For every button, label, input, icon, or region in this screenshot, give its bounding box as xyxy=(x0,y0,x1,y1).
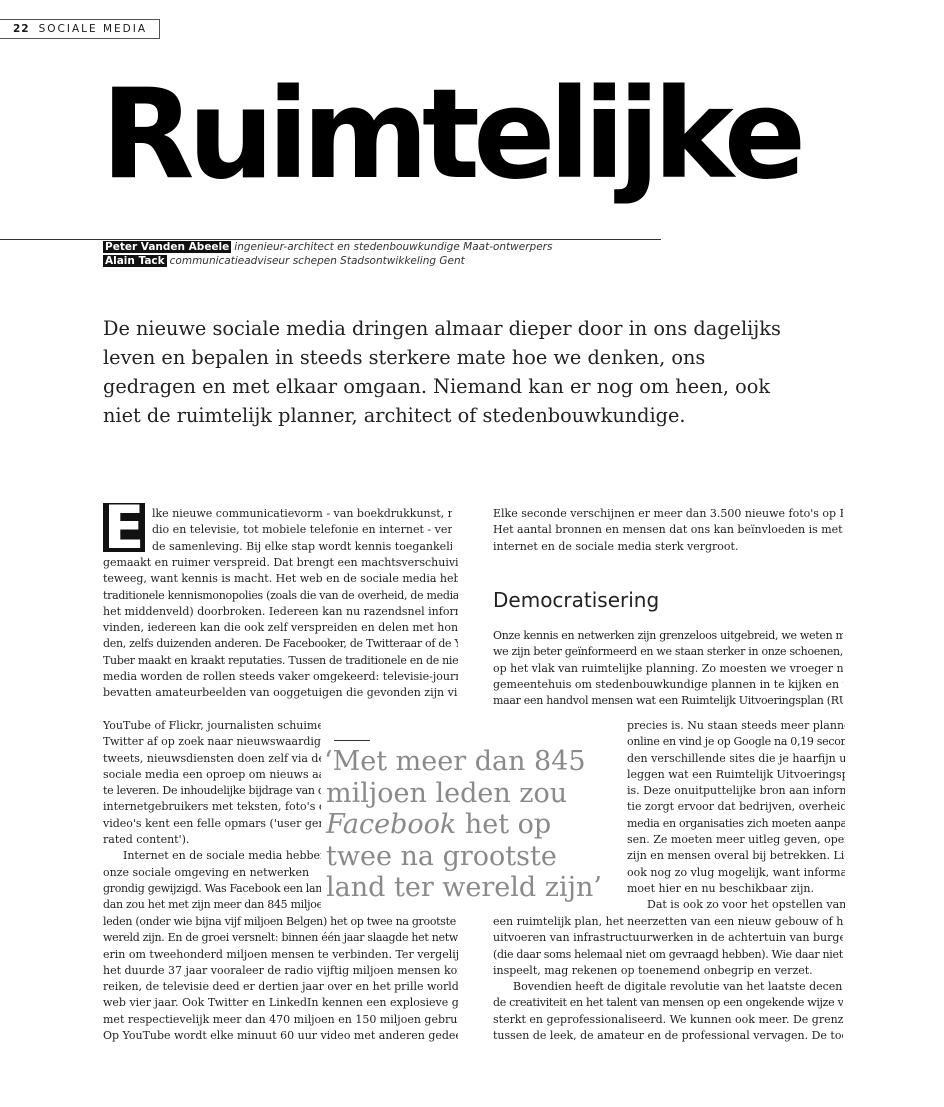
quote-rest: het op xyxy=(456,809,552,840)
text-line: sterkt en geprofessionaliseerd. We kunne… xyxy=(493,1012,843,1026)
right-column-body: Onze kennis en netwerken zijn grenzeloos… xyxy=(493,628,843,709)
text-line: Elke seconde verschijnen er meer dan 3.5… xyxy=(493,507,843,520)
text-line: traditionele kennismonopolies (zoals die… xyxy=(103,588,458,602)
text-line: sociale media een oproep om nieuws aan xyxy=(103,767,321,781)
left-column-body: gemaakt en ruimer verspreid. Dat brengt … xyxy=(103,555,458,702)
text-line: Bovendien heeft de digitale revolutie va… xyxy=(513,980,843,994)
text-line: Het aantal bronnen en mensen dat ons kan… xyxy=(493,523,843,537)
text-line: onze sociale omgeving en netwerken xyxy=(103,865,310,879)
text-line: te leveren. De inhoudelijke bijdrage van… xyxy=(103,784,321,798)
author-role: ingenieur-architect en stedenbouwkundige… xyxy=(234,241,553,253)
text-line: den verschillende sites die je haarfijn … xyxy=(627,751,845,765)
lead-line: gedragen en met elkaar omgaan. Niemand k… xyxy=(103,375,771,398)
section-subheading: Democratisering xyxy=(493,588,660,612)
text-line: Op YouTube wordt elke minuut 60 uur vide… xyxy=(103,1029,458,1043)
author-role: communicatieadviseur schepen Stadsontwik… xyxy=(169,255,465,267)
text-line: het duurde 37 jaar vooraleer de radio vi… xyxy=(103,963,458,977)
text-line: Onze kennis en netwerken zijn grenzeloos… xyxy=(493,629,843,642)
author-name: Peter Vanden Abeele xyxy=(103,241,232,253)
text-line: media worden de rollen steeds vaker omge… xyxy=(103,670,458,684)
quote-line: twee na grootste xyxy=(326,840,557,872)
left-column-dropcap-lines: lke nieuwe communicatievorm - van boekdr… xyxy=(152,506,452,555)
text-line: video's kent een felle opmars ('user gen… xyxy=(103,816,321,830)
lead-line: De nieuwe sociale media dringen almaar d… xyxy=(103,317,781,340)
text-line: het middenveld) doorbroken. Iedereen kan… xyxy=(103,604,458,618)
text-line: wereld zijn. En de groei versnelt: binne… xyxy=(103,931,458,945)
text-line: Twitter af op zoek naar nieuwswaardige xyxy=(103,735,321,749)
pull-quote: ‘Met meer dan 845 miljoen leden zou Face… xyxy=(324,746,602,904)
text-line: dio en televisie, tot mobiele telefonie … xyxy=(152,523,452,537)
text-line: gemaakt en ruimer verspreid. Dat brengt … xyxy=(103,556,458,569)
right-column-narrow: precies is. Nu staan steeds meer plannen… xyxy=(627,718,845,914)
text-line: Dat is ook zo voor het opstellen van xyxy=(647,898,845,912)
quote-emphasis: Facebook xyxy=(326,809,457,840)
text-line: Internet en de sociale media hebben xyxy=(123,849,321,863)
text-line: leden (onder wie bijna vijf miljoen Belg… xyxy=(103,915,458,928)
left-column-narrow: YouTube of Flickr, journalisten schuimen… xyxy=(103,718,321,914)
lead-line: leven en bepalen in steeds sterkere mate… xyxy=(103,346,706,369)
author-name: Alain Tack xyxy=(103,255,167,267)
text-line: sen. Ze moeten meer uitleg geven, open xyxy=(627,833,845,847)
text-line: we zijn beter geïnformeerd en we staan s… xyxy=(493,645,843,659)
running-header: 22 SOCIALE MEDIA xyxy=(0,19,160,39)
drop-cap: E xyxy=(103,503,145,552)
text-line: dan zou het met zijn meer dan 845 miljoe… xyxy=(103,898,321,912)
text-line: tussen de leek, de amateur en de profess… xyxy=(493,1029,843,1043)
text-line: maar een handvol mensen wat een Ruimteli… xyxy=(493,694,843,708)
right-column-bottom: een ruimtelijk plan, het neerzetten van … xyxy=(493,914,843,1044)
text-line: de creativiteit en het talent van mensen… xyxy=(493,996,843,1010)
title-rule xyxy=(0,239,661,240)
text-line: grondig gewijzigd. Was Facebook een land… xyxy=(103,881,321,895)
section-name: SOCIALE MEDIA xyxy=(38,23,148,35)
text-line: tweets, nieuwsdiensten doen zelf via de xyxy=(103,751,321,765)
text-line: een ruimtelijk plan, het neerzetten van … xyxy=(493,915,843,928)
quote-rule xyxy=(334,740,370,741)
text-line: web vier jaar. Ook Twitter en LinkedIn k… xyxy=(103,996,458,1010)
text-line: (die daar soms helemaal niet om gevraagd… xyxy=(493,947,843,961)
text-line: rated content'). xyxy=(103,833,190,847)
text-line: erin om tweehonderd miljoen mensen te ve… xyxy=(103,947,458,961)
text-line: media en organisaties zich moeten aanpas… xyxy=(627,816,845,830)
right-column-top: Elke seconde verschijnen er meer dan 3.5… xyxy=(493,506,843,555)
quote-line: land ter wereld zijn’ xyxy=(326,872,602,903)
text-line: den, zelfs duizenden anderen. De Faceboo… xyxy=(103,637,458,651)
text-line: internetgebruikers met teksten, foto's e… xyxy=(103,800,321,814)
text-line: inspeelt, mag rekenen op toenemend onbeg… xyxy=(493,963,813,977)
text-line: precies is. Nu staan steeds meer plannen xyxy=(627,719,845,732)
text-line: YouTube of Flickr, journalisten schuimen xyxy=(103,719,321,732)
text-line: online en vind je op Google na 0,19 seco… xyxy=(627,735,845,749)
text-line: ook nog zo vlug mogelijk, want informati… xyxy=(627,865,845,879)
text-line: uitvoeren van infrastructuurwerken in de… xyxy=(493,931,843,945)
text-line: Tuber maakt en kraakt reputaties. Tussen… xyxy=(103,653,458,667)
quote-line: miljoen leden zou xyxy=(326,777,568,809)
text-line: lke nieuwe communicatievorm - van boekdr… xyxy=(152,507,452,520)
text-line: is. Deze onuitputtelijke bron aan inform… xyxy=(627,784,845,798)
text-line: teweeg, want kennis is macht. Het web en… xyxy=(103,572,458,586)
left-column-bottom: leden (onder wie bijna vijf miljoen Belg… xyxy=(103,914,458,1044)
quote-line: Facebook het op xyxy=(326,809,602,841)
author-line-1: Peter Vanden Abeele ingenieur-architect e… xyxy=(103,241,552,254)
text-line: zijn en mensen overal bij betrekken. Lie… xyxy=(627,849,845,863)
quote-line: ‘Met meer dan 845 xyxy=(324,746,586,777)
text-line: op het vlak van ruimtelijke planning. Zo… xyxy=(493,661,843,675)
text-line: bevatten amateurbeelden van ooggetuigen … xyxy=(103,686,458,700)
text-line: tie zorgt ervoor dat bedrijven, overheid… xyxy=(627,800,845,814)
author-line-2: Alain Tack communicatieadviseur schepen S… xyxy=(103,255,465,268)
text-line: moet hier en nu beschikbaar zijn. xyxy=(627,881,814,895)
text-line: met respectievelijk meer dan 470 miljoen… xyxy=(103,1012,458,1026)
text-line: internet en de sociale media sterk vergr… xyxy=(493,539,739,553)
text-line: vinden, iedereen kan die ook zelf verspr… xyxy=(103,621,458,635)
page-number: 22 xyxy=(13,23,30,35)
text-line: de samenleving. Bij elke stap wordt kenn… xyxy=(152,539,452,553)
lead-paragraph: De nieuwe sociale media dringen almaar d… xyxy=(103,314,781,430)
text-line: leggen wat een Ruimtelijk Uitvoeringspla… xyxy=(627,767,845,781)
article-title: Ruimtelijke xyxy=(101,63,806,207)
text-line: reiken, de televisie deed er dertien jaa… xyxy=(103,980,458,994)
text-line: gemeentehuis om stedenbouwkundige planne… xyxy=(493,677,843,691)
lead-line: niet de ruimtelijk planner, architect of… xyxy=(103,404,686,427)
